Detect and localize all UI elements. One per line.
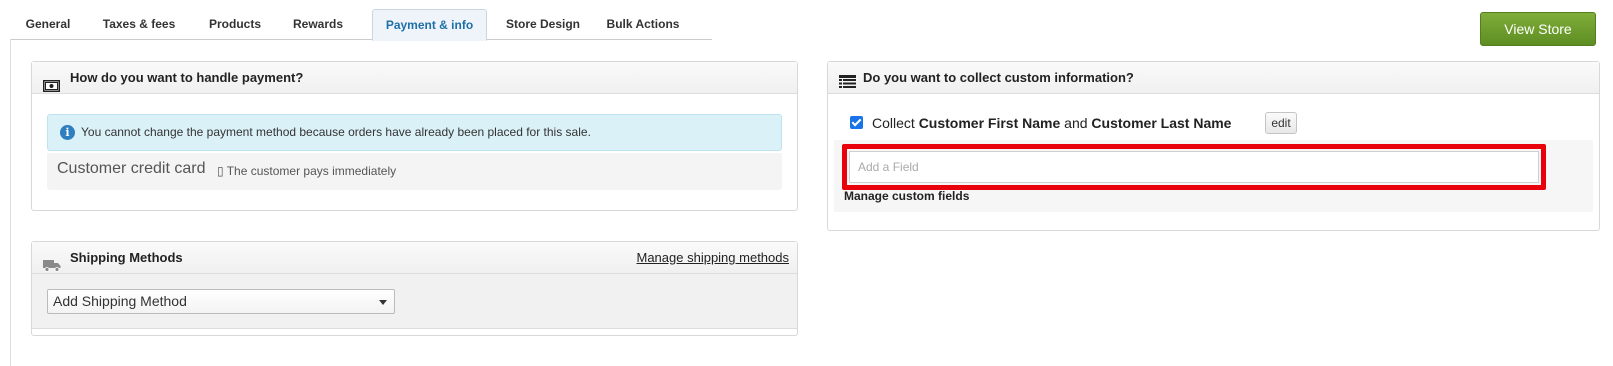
collect-name-label: Collect Customer First Name and Customer… [872,115,1232,131]
tab-store-design[interactable]: Store Design [500,9,586,40]
shipping-panel-body: Add Shipping Method [32,274,797,329]
payment-panel: How do you want to handle payment? i You… [31,61,798,211]
custom-fields-area: Manage custom fields [834,140,1593,212]
payment-method-desc: ▯ The customer pays immediately [217,164,397,178]
tab-bar: General Taxes & fees Products Rewards Pa… [10,9,712,41]
money-icon [43,72,60,103]
payment-panel-header: How do you want to handle payment? [32,62,797,94]
tab-bulk-actions[interactable]: Bulk Actions [602,9,684,40]
chevron-down-icon [379,300,387,305]
add-shipping-method-select[interactable]: Add Shipping Method [47,289,395,314]
shipping-panel: Shipping Methods Manage shipping methods… [31,241,798,336]
custom-info-title: Do you want to collect custom informatio… [863,70,1134,85]
tab-taxes-fees[interactable]: Taxes & fees [98,9,180,40]
highlight-box [842,144,1546,190]
edit-button[interactable]: edit [1265,112,1297,134]
tab-general[interactable]: General [18,9,78,40]
payment-alert-text: You cannot change the payment method bec… [81,125,591,139]
custom-info-panel: Do you want to collect custom informatio… [827,61,1600,231]
payment-title: How do you want to handle payment? [70,70,304,85]
payment-method-name: Customer credit card [57,160,206,177]
shipping-panel-header: Shipping Methods Manage shipping methods [32,242,797,274]
form-list-icon [839,70,856,101]
tab-payment-info[interactable]: Payment & info [372,9,487,41]
content-border [10,39,11,366]
manage-custom-fields-link[interactable]: Manage custom fields [844,189,969,203]
manage-shipping-methods-link[interactable]: Manage shipping methods [637,242,790,273]
payment-alert: i You cannot change the payment method b… [47,114,782,151]
add-field-input[interactable] [849,151,1539,183]
collect-name-checkbox[interactable] [850,116,863,129]
info-icon: i [60,125,75,140]
payment-method: Customer credit card ▯ The customer pays… [47,153,782,190]
select-value: Add Shipping Method [53,293,187,309]
tab-products[interactable]: Products [202,9,268,40]
shipping-title: Shipping Methods [70,250,183,265]
custom-info-panel-header: Do you want to collect custom informatio… [828,62,1599,94]
view-store-button[interactable]: View Store [1480,12,1596,46]
tab-rewards[interactable]: Rewards [288,9,348,40]
